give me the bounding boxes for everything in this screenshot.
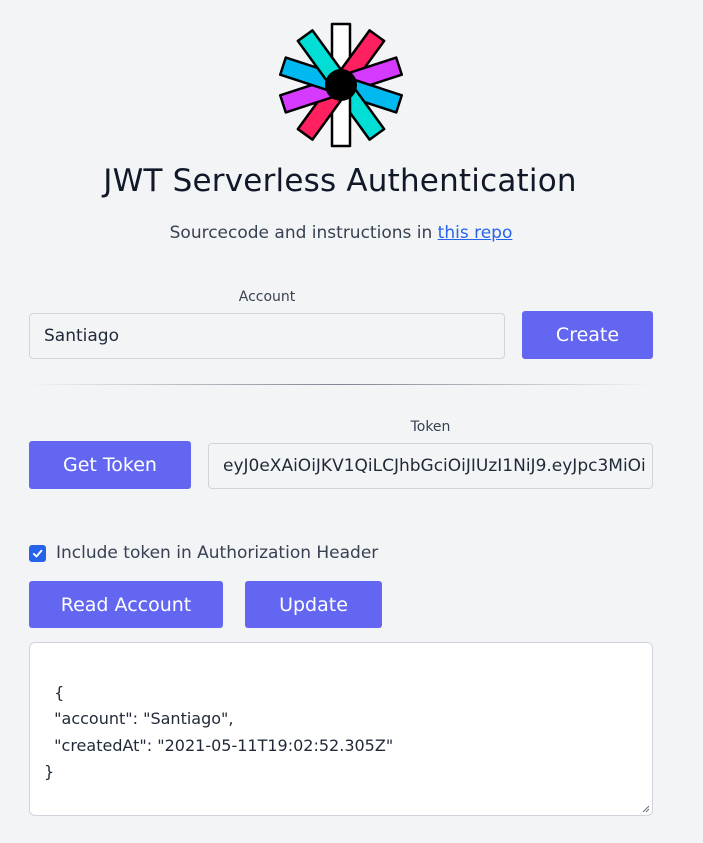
account-input[interactable]: Santiago xyxy=(29,313,505,359)
include-header-label: Include token in Authorization Header xyxy=(56,543,379,563)
jwt-logo-icon xyxy=(278,22,404,148)
token-field[interactable]: eyJ0eXAiOiJKV1QiLCJhbGciOiJIUzI1NiJ9.eyJ… xyxy=(208,443,653,489)
token-label: Token xyxy=(410,419,451,435)
read-account-button[interactable]: Read Account xyxy=(29,581,223,628)
create-button[interactable]: Create xyxy=(522,311,653,359)
subtitle: Sourcecode and instructions in this repo xyxy=(0,223,682,243)
checkmark-icon xyxy=(32,549,43,557)
account-label: Account xyxy=(238,289,296,305)
response-text: { "account": "Santiago", "createdAt": "2… xyxy=(44,682,394,782)
response-textarea[interactable]: { "account": "Santiago", "createdAt": "2… xyxy=(29,642,653,816)
subtitle-text: Sourcecode and instructions in xyxy=(169,223,438,243)
page-title: JWT Serverless Authentication xyxy=(103,163,577,199)
resize-handle-icon[interactable] xyxy=(640,803,650,813)
repo-link[interactable]: this repo xyxy=(438,223,513,243)
section-divider xyxy=(29,384,653,385)
include-header-option: Include token in Authorization Header xyxy=(29,543,378,563)
include-header-checkbox[interactable] xyxy=(29,544,46,562)
update-button[interactable]: Update xyxy=(245,581,382,628)
get-token-button[interactable]: Get Token xyxy=(29,441,191,489)
